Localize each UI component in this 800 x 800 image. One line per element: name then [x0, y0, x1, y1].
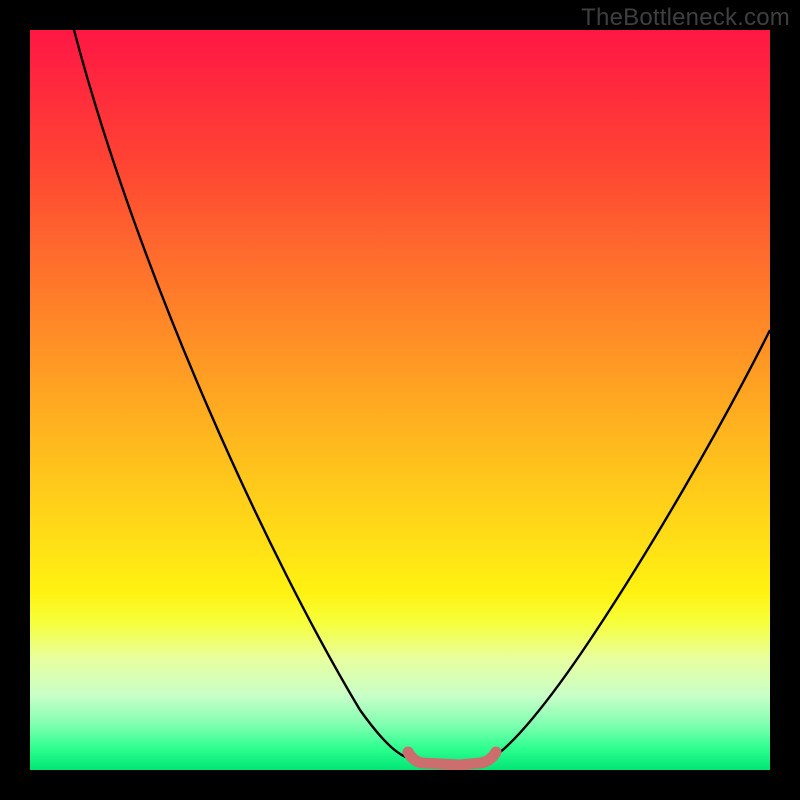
flat-bottom-segment	[408, 752, 496, 765]
chart-frame: TheBottleneck.com	[0, 0, 800, 800]
left-curve	[74, 30, 414, 760]
watermark-text: TheBottleneck.com	[581, 4, 790, 32]
curve-overlay	[30, 30, 770, 770]
right-curve	[488, 330, 770, 760]
plot-area	[30, 30, 770, 770]
